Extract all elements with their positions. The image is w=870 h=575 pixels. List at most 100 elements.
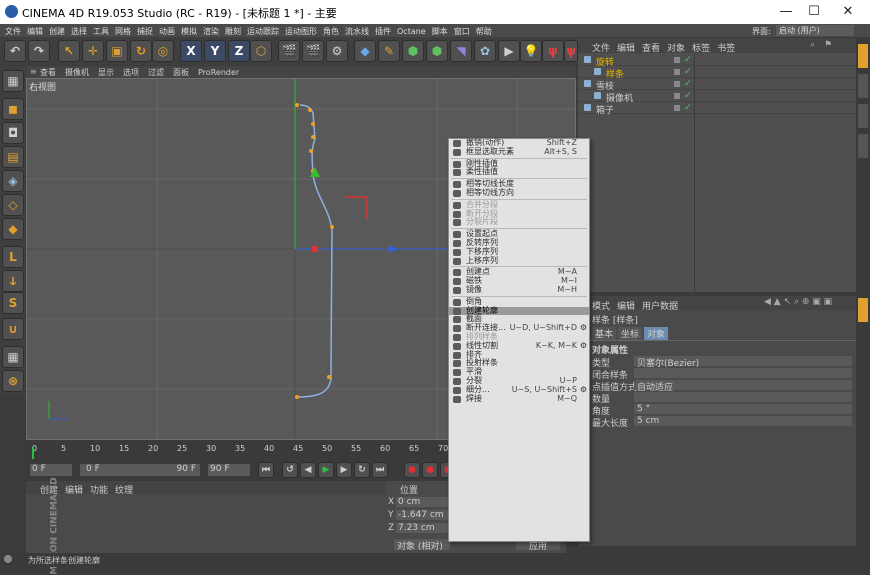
snap-icon[interactable]: ◎ — [152, 40, 174, 62]
object-tab[interactable]: 书签 — [717, 41, 735, 54]
menu-item[interactable]: 流水线 — [345, 27, 369, 36]
menu-item[interactable]: 角色 — [323, 27, 339, 36]
maximize-button[interactable]: ☐ — [800, 2, 828, 22]
context-menu-item[interactable]: 上移序列 — [449, 256, 589, 266]
start-frame-field[interactable]: 0 F — [30, 464, 72, 476]
coord-value-field[interactable]: 0 cm — [396, 497, 448, 507]
attr-value-field[interactable]: 贝塞尔(Bezier) — [634, 356, 852, 369]
octane-icon[interactable]: ψ — [542, 40, 564, 62]
make-editable-icon[interactable]: ▦ — [2, 70, 24, 92]
layers-side-tab[interactable] — [858, 134, 868, 158]
end-frame-field[interactable]: 90 F — [208, 464, 250, 476]
go-to-start-icon[interactable]: ⏮ — [258, 462, 274, 478]
render-settings-icon[interactable]: ⚙ — [326, 40, 348, 62]
coord-value-field[interactable]: 7.23 cm — [396, 523, 448, 533]
visibility-toggle-icon[interactable] — [674, 69, 680, 75]
gear-icon[interactable]: ⚙ — [580, 323, 587, 333]
viewport-menu-item[interactable]: 过滤 — [148, 68, 164, 77]
menu-item[interactable]: 运动跟踪 — [247, 27, 279, 36]
x-axis-icon[interactable]: X — [180, 40, 202, 62]
attr-value-field[interactable] — [634, 392, 852, 402]
coord-value-field[interactable]: -1.647 cm — [396, 510, 448, 520]
scene-icon[interactable]: ✿ — [474, 40, 496, 62]
prev-key-icon[interactable]: ↺ — [282, 462, 298, 478]
menu-item[interactable]: 编辑 — [27, 27, 43, 36]
gear-icon[interactable]: ⚙ — [580, 385, 587, 395]
attr-subtab[interactable]: 对象 — [644, 327, 669, 340]
attr-value-field[interactable]: 自动适应 — [634, 380, 852, 393]
object-row[interactable]: 样条 ✓ — [578, 66, 870, 80]
go-to-end-icon[interactable]: ⏭ — [372, 462, 388, 478]
play-icon[interactable]: ▶ — [318, 462, 334, 478]
move-icon[interactable]: ✛ — [82, 40, 104, 62]
undo-icon[interactable]: ↶ — [4, 40, 26, 62]
model-mode-icon[interactable]: ◼ — [2, 98, 24, 120]
redo-icon[interactable]: ↷ — [28, 40, 50, 62]
scale-icon[interactable]: ▣ — [106, 40, 128, 62]
enable-check-icon[interactable]: ✓ — [684, 91, 692, 101]
visibility-toggle-icon[interactable] — [674, 57, 680, 63]
menu-item[interactable]: 插件 — [375, 27, 391, 36]
playhead[interactable] — [32, 447, 34, 459]
attr-tab[interactable]: 用户数据 — [642, 299, 678, 312]
object-name[interactable]: 箱子 — [596, 103, 614, 116]
enable-check-icon[interactable]: ✓ — [684, 67, 692, 77]
z-axis-icon[interactable]: Z — [228, 40, 250, 62]
record-icon[interactable]: ● — [404, 462, 420, 478]
visibility-toggle-icon[interactable] — [674, 105, 680, 111]
context-menu-item[interactable]: 焊接 M~Q — [449, 394, 589, 404]
menu-item[interactable]: 模拟 — [181, 27, 197, 36]
objects-side-tab[interactable] — [858, 44, 868, 68]
menu-item[interactable]: 创建 — [49, 27, 65, 36]
object-tab[interactable]: 对象 — [667, 41, 685, 54]
visibility-toggle-icon[interactable] — [674, 93, 680, 99]
object-row[interactable]: 旋转 ✓ — [578, 54, 870, 68]
search-icon[interactable]: ⌕ — [810, 40, 815, 50]
attributes-side-tab[interactable] — [858, 298, 868, 322]
coords-mode-select[interactable]: 对象 (相对) — [394, 539, 450, 552]
material-tab[interactable]: 编辑 — [65, 483, 83, 496]
context-menu-item[interactable]: 柔性插值 — [449, 167, 589, 177]
camera-icon[interactable]: ▶ — [498, 40, 520, 62]
next-key-icon[interactable]: ↻ — [354, 462, 370, 478]
workplane-icon[interactable]: ▤ — [2, 146, 24, 168]
light-icon[interactable]: 💡 — [520, 40, 542, 62]
array-icon[interactable]: ⬢ — [426, 40, 448, 62]
points-mode-icon[interactable]: ◈ — [2, 170, 24, 192]
lock-icon[interactable]: ⊛ — [2, 370, 24, 392]
viewport-menu-item[interactable]: 显示 — [98, 68, 114, 77]
attr-value-field[interactable]: 5 ° — [634, 404, 852, 414]
attr-tab[interactable]: 编辑 — [617, 299, 635, 312]
object-tab[interactable]: 标签 — [692, 41, 710, 54]
rotate-icon[interactable]: ↻ — [130, 40, 152, 62]
deformer-icon[interactable]: ◥ — [450, 40, 472, 62]
attr-tab[interactable]: 模式 — [592, 299, 610, 312]
range-slider[interactable]: 0 F 90 F — [80, 464, 200, 476]
object-row[interactable]: 雪枝 ✓ — [578, 78, 870, 92]
menu-item[interactable]: 运动图形 — [285, 27, 317, 36]
coordinate-icon[interactable]: ⬡ — [250, 40, 272, 62]
context-menu-item[interactable]: 镜像 M~H — [449, 285, 589, 295]
menu-item[interactable]: 帮助 — [476, 27, 492, 36]
select-icon[interactable]: ↖ — [58, 40, 80, 62]
object-row[interactable]: 箱子 ✓ — [578, 102, 870, 116]
y-axis-icon[interactable]: Y — [204, 40, 226, 62]
material-tab[interactable]: 功能 — [90, 483, 108, 496]
context-menu-item[interactable]: 分裂片段 — [449, 217, 589, 227]
material-tab[interactable]: 纹理 — [115, 483, 133, 496]
attr-nav-icons[interactable]: ◀ ▲ ↖ ⌕ ⊕ ▣ ▣ — [764, 297, 832, 307]
subdivision-icon[interactable]: ⬢ — [402, 40, 424, 62]
visibility-toggle-icon[interactable] — [674, 81, 680, 87]
viewport-toggle-icon[interactable]: ≡ — [30, 67, 37, 76]
menu-item[interactable]: 窗口 — [454, 27, 470, 36]
bookmark-icon[interactable]: ⚑ — [824, 40, 832, 50]
pen-icon[interactable]: ✎ — [378, 40, 400, 62]
viewport-menu-item[interactable]: 查看 — [40, 68, 56, 77]
attr-value-field[interactable]: 5 cm — [634, 416, 852, 426]
render-picture-icon[interactable]: 🎬 — [302, 40, 324, 62]
enable-check-icon[interactable]: ✓ — [684, 103, 692, 113]
close-button[interactable]: ✕ — [834, 2, 862, 22]
enable-check-icon[interactable]: ✓ — [684, 55, 692, 65]
attr-subtab[interactable]: 坐标 — [618, 327, 643, 340]
menu-item[interactable]: 捕捉 — [137, 27, 153, 36]
